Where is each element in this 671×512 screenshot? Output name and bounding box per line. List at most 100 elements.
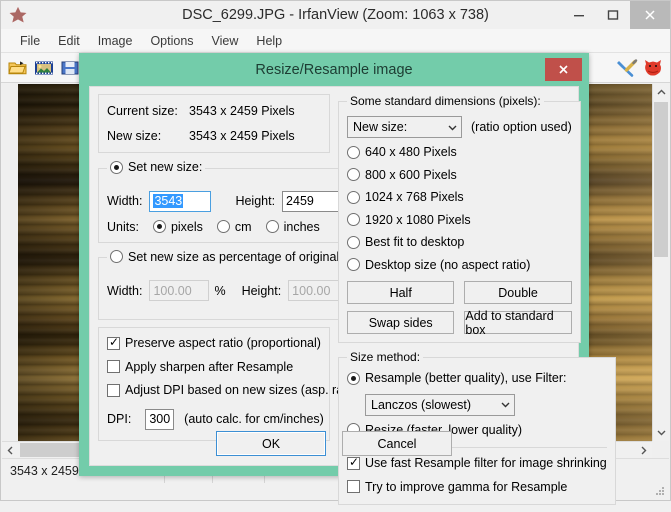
dialog-close-button[interactable] [545,58,582,81]
new-size-label: New size: [107,129,162,143]
set-percentage-group: Set new size as percentage of original: … [98,249,374,320]
new-size-row: New size: 3543 x 2459 Pixels [107,129,321,143]
standard-size-select-value: New size: [353,120,408,134]
checkbox-icon [107,360,120,373]
adjust-dpi-label: Adjust DPI based on new sizes (asp. rati… [125,383,361,397]
radio-dot-icon [347,213,360,226]
standard-radio-desktop-size[interactable]: Desktop size (no aspect ratio) [347,258,530,272]
filter-select[interactable]: Lanczos (slowest) [365,393,515,416]
vertical-scrollbar[interactable] [652,84,669,441]
percent-width-label: Width: [107,283,143,298]
maximize-button[interactable] [596,1,630,29]
standard-radio-800x600[interactable]: 800 x 600 Pixels [347,168,457,182]
percent-height-value: 100.00 [292,283,331,298]
apply-sharpen-checkbox[interactable]: Apply sharpen after Resample [107,360,293,374]
units-pixels-radio[interactable]: pixels [152,220,203,234]
height-input[interactable]: 2459 [282,190,345,212]
set-new-size-label: Set new size: [128,160,203,174]
scroll-left-icon[interactable] [2,442,19,458]
preserve-aspect-checkbox[interactable]: Preserve aspect ratio (proportional) [107,335,321,350]
units-inches-radio[interactable]: inches [265,220,320,234]
swap-sides-button[interactable]: Swap sides [347,311,455,334]
standard-radio-1024x768-label: 1024 x 768 Pixels [365,190,464,204]
size-info-panel: Current size: 3543 x 2459 Pixels New siz… [98,94,330,153]
close-button[interactable] [630,1,670,29]
menu-bar: File Edit Image Options View Help [1,29,670,53]
checkbox-check-icon [347,455,360,470]
scroll-down-icon[interactable] [653,424,669,441]
dialog-footer: OK Cancel [90,431,578,456]
radio-dot-icon [216,220,230,233]
standard-dimensions-group: Some standard dimensions (pixels): New s… [338,94,581,343]
radio-dot-icon [347,168,360,181]
standard-radio-640x480[interactable]: 640 x 480 Pixels [347,145,457,159]
percentage-fields-row: Width: 100.00 % Height: 100.00 % [107,280,364,301]
radio-dot-icon [347,190,360,204]
improve-gamma-checkbox[interactable]: Try to improve gamma for Resample [347,480,567,494]
width-input[interactable]: 3543 [149,190,212,212]
percent-height-label: Height: [241,283,282,298]
preserve-aspect-label: Preserve aspect ratio (proportional) [125,336,321,350]
adjust-dpi-checkbox[interactable]: Adjust DPI based on new sizes (asp. rati… [107,383,361,397]
fast-resample-filter-checkbox[interactable]: Use fast Resample filter for image shrin… [347,455,607,470]
add-to-standard-box-button[interactable]: Add to standard box [464,309,572,337]
half-button[interactable]: Half [347,281,455,304]
menu-item-image[interactable]: Image [89,31,142,51]
standard-select-note: (ratio option used) [471,120,572,134]
thumbnails-icon[interactable] [31,55,57,81]
menu-item-view[interactable]: View [203,31,248,51]
radio-dot-icon [347,145,360,159]
dpi-input[interactable]: 300 [145,408,175,430]
caption-buttons [562,1,670,29]
radio-dot-icon [152,220,166,233]
resample-radio-label: Resample (better quality), use Filter: [365,371,567,385]
radio-dot-icon [347,258,360,271]
dpi-label: DPI: [107,412,132,426]
new-size-value: 3543 x 2459 Pixels [189,129,295,143]
apply-sharpen-label: Apply sharpen after Resample [125,359,294,374]
set-percentage-radio[interactable]: Set new size as percentage of original: [110,250,343,264]
menu-item-edit[interactable]: Edit [49,31,89,51]
resize-grip-icon[interactable] [654,485,666,497]
minimize-button[interactable] [562,1,596,29]
dpi-value: 300 [149,412,171,426]
standard-size-select[interactable]: New size: [347,116,462,138]
dpi-note: (auto calc. for cm/inches) [184,412,324,426]
set-new-size-radio[interactable]: Set new size: [110,160,202,174]
scroll-up-icon[interactable] [653,84,669,101]
standard-dimensions-legend: Some standard dimensions (pixels): [350,94,541,108]
open-folder-icon[interactable] [5,55,31,81]
scroll-right-icon[interactable] [635,442,652,458]
double-button[interactable]: Double [464,281,572,304]
standard-radio-640x480-label: 640 x 480 Pixels [365,145,457,159]
units-cm-label: cm [234,219,252,234]
dialog-left-column: Current size: 3543 x 2459 Pixels New siz… [98,94,374,448]
menu-item-help[interactable]: Help [247,31,291,51]
radio-dot-icon [265,220,279,233]
current-size-row: Current size: 3543 x 2459 Pixels [107,104,321,118]
standard-radio-1920x1080[interactable]: 1920 x 1080 Pixels [347,213,471,227]
irfanview-cat-icon[interactable] [640,55,666,81]
tools-icon[interactable] [614,55,640,81]
window-title-bar: DSC_6299.JPG - IrfanView (Zoom: 1063 x 7… [1,1,670,29]
current-size-label: Current size: [107,104,178,118]
dialog-title: Resize/Resample image [255,61,413,78]
menu-item-options[interactable]: Options [141,31,202,51]
dialog-title-bar: Resize/Resample image [79,53,589,86]
standard-radio-800x600-label: 800 x 600 Pixels [365,167,457,182]
half-double-row: Half Double [347,281,572,304]
percent-width-input[interactable]: 100.00 [149,280,210,301]
ok-button[interactable]: OK [216,431,326,456]
units-cm-radio[interactable]: cm [216,219,252,234]
vertical-scrollbar-thumb[interactable] [654,102,668,257]
dialog-body: Current size: 3543 x 2459 Pixels New siz… [89,86,616,505]
standard-radio-1024x768[interactable]: 1024 x 768 Pixels [347,190,464,204]
cancel-button[interactable]: Cancel [342,431,452,456]
size-method-group: Size method: Resample (better quality), … [338,350,616,505]
standard-radio-1920x1080-label: 1920 x 1080 Pixels [365,212,471,227]
radio-dot-icon [110,250,123,263]
fast-resample-filter-label: Use fast Resample filter for image shrin… [365,456,607,470]
standard-radio-best-fit[interactable]: Best fit to desktop [347,235,464,249]
resample-radio[interactable]: Resample (better quality), use Filter: [347,371,566,385]
menu-item-file[interactable]: File [11,31,49,51]
